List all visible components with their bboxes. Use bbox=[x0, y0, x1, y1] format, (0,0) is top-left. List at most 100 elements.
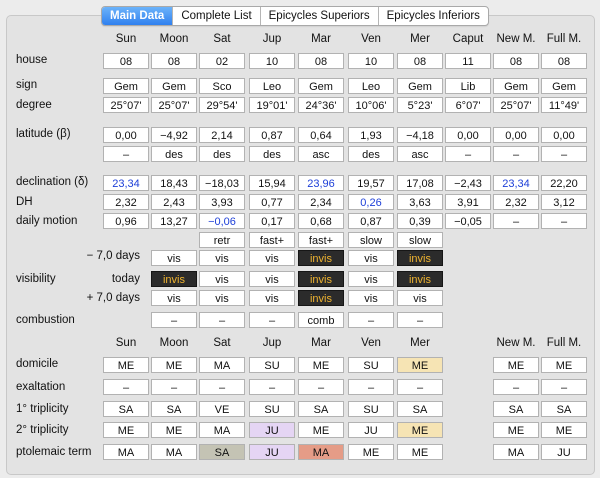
cell-ptolemaic-term-ven: ME bbox=[348, 444, 394, 460]
cell-lat-dir-sat: des bbox=[199, 146, 245, 162]
tab-epicycles-superiors[interactable]: Epicycles Superiors bbox=[259, 7, 378, 25]
cell-exaltation-mar: – bbox=[298, 379, 344, 395]
cell-dh-caput: 3,91 bbox=[445, 194, 491, 210]
cell-domicile-ven: SU bbox=[348, 357, 394, 373]
cell-house-caput: 11 bbox=[445, 53, 491, 69]
cell-declination-full-m: 22,20 bbox=[541, 175, 587, 191]
cell-degree-caput: 6°07' bbox=[445, 97, 491, 113]
cell-ptolemaic-term-sun: MA bbox=[103, 444, 149, 460]
column-header-sat: Sat bbox=[213, 33, 231, 45]
cell-degree-mar: 24°36' bbox=[298, 97, 344, 113]
tab-epicycles-inferiors[interactable]: Epicycles Inferiors bbox=[377, 7, 488, 25]
cell-dh-sun: 2,32 bbox=[103, 194, 149, 210]
cell-house-mar: 08 bbox=[298, 53, 344, 69]
cell-vis-plus-mar: invis bbox=[298, 290, 344, 306]
label-sign: sign bbox=[16, 79, 38, 91]
cell-triplicity1-new-m: SA bbox=[493, 401, 539, 417]
tab-main-data[interactable]: Main Data bbox=[102, 7, 173, 25]
cell-house-jup: 10 bbox=[249, 53, 295, 69]
cell-triplicity1-sat: VE bbox=[199, 401, 245, 417]
cell-motion-note-mer: slow bbox=[397, 232, 443, 248]
label-exaltation: exaltation bbox=[16, 381, 66, 393]
column-header-mer: Mer bbox=[410, 337, 430, 349]
cell-latitude-caput: 0,00 bbox=[445, 127, 491, 143]
cell-ptolemaic-term-mar: MA bbox=[298, 444, 344, 460]
cell-combustion-ven: – bbox=[348, 312, 394, 328]
cell-domicile-mar: ME bbox=[298, 357, 344, 373]
cell-triplicity2-moon: ME bbox=[151, 422, 197, 438]
cell-daily-motion-mer: 0,39 bbox=[397, 213, 443, 229]
label-house: house bbox=[16, 54, 48, 66]
cell-triplicity2-sat: MA bbox=[199, 422, 245, 438]
tab-complete-list[interactable]: Complete List bbox=[172, 7, 259, 25]
cell-motion-note-jup: fast+ bbox=[249, 232, 295, 248]
cell-latitude-sun: 0,00 bbox=[103, 127, 149, 143]
cell-triplicity2-mar: ME bbox=[298, 422, 344, 438]
cell-vis-minus-ven: vis bbox=[348, 250, 394, 266]
cell-sign-sun: Gem bbox=[103, 78, 149, 94]
label-ptolemaic-term: ptolemaic term bbox=[16, 446, 92, 458]
cell-lat-dir-moon: des bbox=[151, 146, 197, 162]
cell-degree-jup: 19°01' bbox=[249, 97, 295, 113]
cell-lat-dir-caput: – bbox=[445, 146, 491, 162]
cell-combustion-sat: – bbox=[199, 312, 245, 328]
cell-house-sat: 02 bbox=[199, 53, 245, 69]
cell-motion-note-mar: fast+ bbox=[298, 232, 344, 248]
cell-vis-plus-moon: vis bbox=[151, 290, 197, 306]
cell-degree-new-m: 25°07' bbox=[493, 97, 539, 113]
tab-bar: Main Data Complete List Epicycles Superior… bbox=[101, 6, 489, 26]
column-header-sat: Sat bbox=[213, 337, 231, 349]
cell-combustion-mer: – bbox=[397, 312, 443, 328]
cell-latitude-ven: 1,93 bbox=[348, 127, 394, 143]
cell-vis-minus-jup: vis bbox=[249, 250, 295, 266]
cell-triplicity2-full-m: ME bbox=[541, 422, 587, 438]
column-header-sun: Sun bbox=[115, 33, 137, 45]
column-header-caput: Caput bbox=[452, 33, 484, 45]
cell-degree-mer: 5°23' bbox=[397, 97, 443, 113]
cell-latitude-mer: −4,18 bbox=[397, 127, 443, 143]
cell-motion-note-sat: retr bbox=[199, 232, 245, 248]
cell-declination-mer: 17,08 bbox=[397, 175, 443, 191]
cell-degree-full-m: 11°49' bbox=[541, 97, 587, 113]
cell-degree-moon: 25°07' bbox=[151, 97, 197, 113]
cell-degree-sat: 29°54' bbox=[199, 97, 245, 113]
cell-daily-motion-new-m: – bbox=[493, 213, 539, 229]
cell-combustion-moon: – bbox=[151, 312, 197, 328]
column-header-new-m: New M. bbox=[496, 33, 536, 45]
cell-degree-ven: 10°06' bbox=[348, 97, 394, 113]
cell-domicile-mer: ME bbox=[397, 357, 443, 373]
cell-daily-motion-full-m: – bbox=[541, 213, 587, 229]
column-header-full-m: Full M. bbox=[546, 33, 582, 45]
cell-degree-sun: 25°07' bbox=[103, 97, 149, 113]
cell-triplicity1-mar: SA bbox=[298, 401, 344, 417]
cell-sign-caput: Lib bbox=[445, 78, 491, 94]
cell-vis-minus-mar: invis bbox=[298, 250, 344, 266]
cell-triplicity1-sun: SA bbox=[103, 401, 149, 417]
cell-domicile-full-m: ME bbox=[541, 357, 587, 373]
cell-vis-today-sat: vis bbox=[199, 271, 245, 287]
cell-house-ven: 10 bbox=[348, 53, 394, 69]
cell-vis-minus-sat: vis bbox=[199, 250, 245, 266]
label-degree: degree bbox=[16, 99, 52, 111]
label-visibility-today: today bbox=[111, 273, 140, 285]
cell-domicile-sun: ME bbox=[103, 357, 149, 373]
column-header-mar: Mar bbox=[311, 33, 331, 45]
column-header-mer: Mer bbox=[410, 33, 430, 45]
cell-dh-sat: 3,93 bbox=[199, 194, 245, 210]
cell-house-mer: 08 bbox=[397, 53, 443, 69]
cell-exaltation-sat: – bbox=[199, 379, 245, 395]
cell-declination-mar: 23,96 bbox=[298, 175, 344, 191]
cell-sign-sat: Sco bbox=[199, 78, 245, 94]
column-header-mar: Mar bbox=[311, 337, 331, 349]
cell-dh-ven: 0,26 bbox=[348, 194, 394, 210]
label-visibility: visibility bbox=[16, 273, 56, 285]
cell-latitude-sat: 2,14 bbox=[199, 127, 245, 143]
cell-exaltation-full-m: – bbox=[541, 379, 587, 395]
cell-domicile-sat: MA bbox=[199, 357, 245, 373]
cell-dh-new-m: 2,32 bbox=[493, 194, 539, 210]
cell-sign-moon: Gem bbox=[151, 78, 197, 94]
cell-daily-motion-moon: 13,27 bbox=[151, 213, 197, 229]
cell-daily-motion-sat: −0,06 bbox=[199, 213, 245, 229]
cell-declination-sun: 23,34 bbox=[103, 175, 149, 191]
cell-latitude-full-m: 0,00 bbox=[541, 127, 587, 143]
